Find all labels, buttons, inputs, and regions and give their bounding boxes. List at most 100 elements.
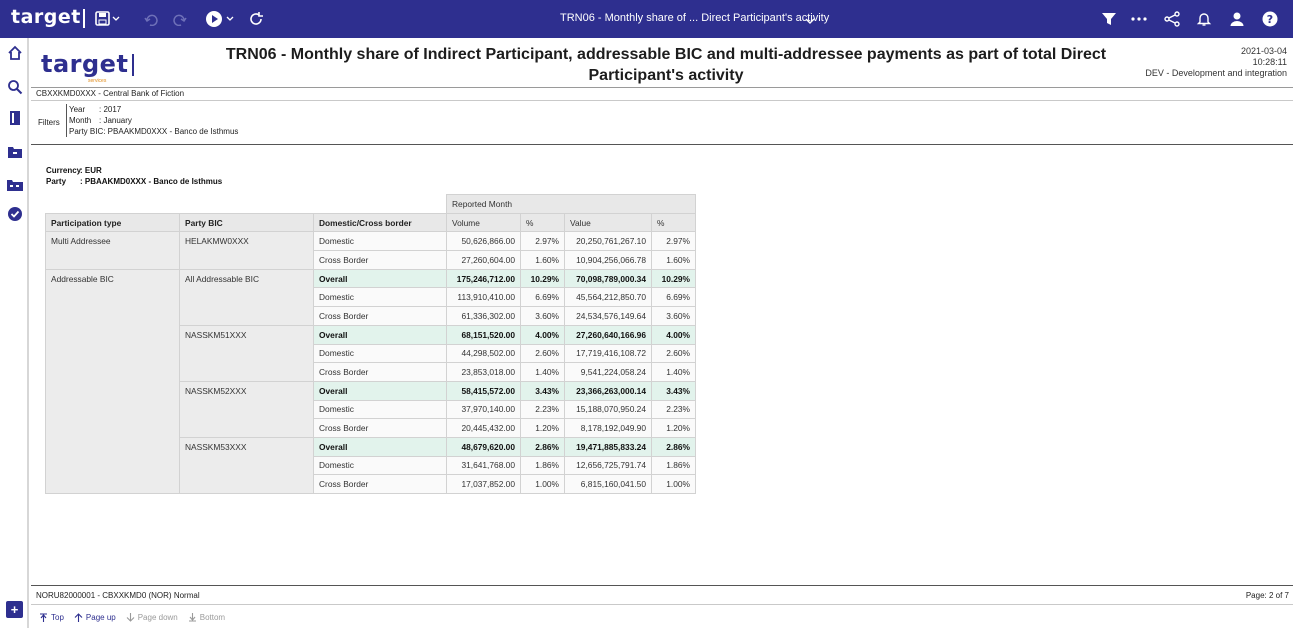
direction-cell: Domestic — [313, 455, 447, 476]
currency-line: Currency: EUR — [46, 165, 222, 176]
value-cell: 15,188,070,950.24 — [564, 399, 652, 420]
direction-cell: Cross Border — [313, 306, 447, 326]
share-icon[interactable] — [1163, 8, 1181, 30]
value-cell: 9,541,224,058.24 — [564, 362, 652, 382]
report-meta: 2021-03-04 10:28:11 DEV - Development an… — [1145, 46, 1287, 79]
volume-pct-cell: 3.43% — [520, 380, 565, 401]
table-row: Addressable BIC All Addressable BIC Overal… — [45, 268, 696, 495]
value-pct-cell: 2.86% — [651, 436, 696, 457]
reported-month-header: Reported Month — [446, 194, 696, 214]
header-party-bic: Party BIC — [179, 212, 314, 233]
table-row: Multi Addressee HELAKMW0XXX Domestic 50,626… — [45, 231, 696, 270]
filter-icon[interactable] — [1100, 8, 1118, 30]
volume-pct-cell: 6.69% — [520, 287, 565, 308]
value-cell: 17,719,416,108.72 — [564, 343, 652, 364]
filter-value: : 2017 — [99, 105, 122, 114]
value-cell: 6,815,160,041.50 — [564, 474, 652, 494]
brand-logo: target — [41, 50, 135, 78]
logo-divider — [83, 9, 85, 28]
volume-cell: 44,298,502.00 — [446, 343, 521, 364]
value-pct-cell: 2.60% — [651, 343, 696, 364]
redo-icon[interactable] — [170, 8, 188, 30]
bottom-arrow-icon — [188, 613, 196, 622]
volume-cell: 23,853,018.00 — [446, 362, 521, 382]
volume-pct-cell: 1.40% — [520, 362, 565, 382]
party-bic-cell: NASSKM52XXX — [179, 380, 314, 438]
party-bic-cell: All Addressable BIC — [179, 268, 314, 326]
value-cell: 8,178,192,049.90 — [564, 418, 652, 438]
header-value-pct: % — [651, 212, 696, 233]
volume-pct-cell: 2.97% — [520, 231, 565, 252]
volume-cell: 17,037,852.00 — [446, 474, 521, 494]
refresh-icon[interactable] — [247, 8, 265, 30]
filter-value: : PBAAKMD0XXX - Banco de Isthmus — [103, 127, 239, 136]
currency-value: : EUR — [80, 166, 102, 175]
direction-cell: Overall — [313, 380, 447, 401]
filter-key: Year — [69, 105, 86, 114]
save-icon[interactable] — [95, 8, 121, 30]
home-icon[interactable] — [6, 44, 24, 62]
direction-cell: Domestic — [313, 343, 447, 364]
volume-pct-cell: 10.29% — [520, 268, 565, 289]
brand-logo-sub: services — [88, 78, 107, 84]
currency-key: Currency — [46, 166, 82, 175]
pager-label: Bottom — [199, 613, 226, 622]
report-tab-title[interactable]: TRN06 - Monthly share of ... Direct Part… — [560, 12, 829, 24]
value-pct-cell: 1.00% — [651, 474, 696, 494]
blank-header-cell — [314, 195, 447, 214]
add-icon[interactable]: + — [6, 601, 23, 618]
party-bic-cell: NASSKM51XXX — [179, 324, 314, 382]
direction-cell: Cross Border — [313, 362, 447, 382]
footer-divider — [31, 585, 1293, 586]
undo-icon[interactable] — [143, 8, 161, 30]
volume-pct-cell: 3.60% — [520, 306, 565, 326]
volume-pct-cell: 1.00% — [520, 474, 565, 494]
value-cell: 24,534,576,149.64 — [564, 306, 652, 326]
volume-cell: 27,260,604.00 — [446, 250, 521, 270]
more-icon[interactable] — [1128, 8, 1150, 30]
volume-cell: 58,415,572.00 — [446, 380, 521, 401]
help-icon[interactable]: ? — [1261, 8, 1279, 30]
value-pct-cell: 6.69% — [651, 287, 696, 308]
report-viewer: target services TRN06 - Monthly share of… — [31, 38, 1293, 628]
volume-pct-cell: 2.60% — [520, 343, 565, 364]
folder-icon[interactable] — [6, 143, 24, 161]
run-icon[interactable] — [205, 8, 235, 30]
filters-divider — [31, 144, 1293, 145]
pager: Top Page up Page down Bottom — [39, 613, 225, 622]
pager-top[interactable]: Top — [39, 613, 64, 622]
bell-icon[interactable] — [1195, 8, 1213, 30]
book-icon[interactable] — [6, 109, 24, 127]
table-body: Multi Addressee HELAKMW0XXX Domestic 50,626… — [45, 231, 696, 495]
direction-cell: Domestic — [313, 231, 447, 252]
participation-type-cell: Addressable BIC — [45, 268, 180, 495]
folders-icon[interactable] — [6, 176, 24, 194]
report-table: Reported Month Participation type Party … — [45, 194, 696, 495]
party-line: Party: PBAAKMD0XXX - Banco de Isthmus — [46, 176, 222, 187]
up-arrow-icon — [74, 613, 83, 622]
value-pct-cell: 1.40% — [651, 362, 696, 382]
app-logo: target — [11, 6, 81, 28]
chevron-down-icon[interactable] — [803, 10, 817, 32]
value-cell: 20,250,761,267.10 — [564, 231, 652, 252]
direction-cell: Domestic — [313, 287, 447, 308]
user-icon[interactable] — [1228, 8, 1246, 30]
filters-block: Year: 2017 Month: January Party BIC: PBA… — [66, 104, 238, 137]
report-environment: DEV - Development and integration — [1145, 68, 1287, 78]
pager-bottom[interactable]: Bottom — [188, 613, 225, 622]
status-text: NORU82000001 - CBXXKMD0 (NOR) Normal — [36, 591, 200, 600]
direction-cell: Cross Border — [313, 474, 447, 494]
value-cell: 10,904,256,066.78 — [564, 250, 652, 270]
report-time: 10:28:11 — [1252, 57, 1287, 67]
pager-page-up[interactable]: Page up — [74, 613, 116, 622]
volume-cell: 37,970,140.00 — [446, 399, 521, 420]
value-cell: 70,098,789,000.34 — [564, 268, 652, 289]
volume-cell: 20,445,432.00 — [446, 418, 521, 438]
volume-cell: 175,246,712.00 — [446, 268, 521, 289]
bank-divider — [31, 100, 1293, 101]
check-circle-icon[interactable] — [6, 205, 24, 223]
value-cell: 19,471,885,833.24 — [564, 436, 652, 457]
pager-page-down[interactable]: Page down — [126, 613, 178, 622]
search-icon[interactable] — [6, 78, 24, 96]
header-volume-pct: % — [520, 212, 565, 233]
